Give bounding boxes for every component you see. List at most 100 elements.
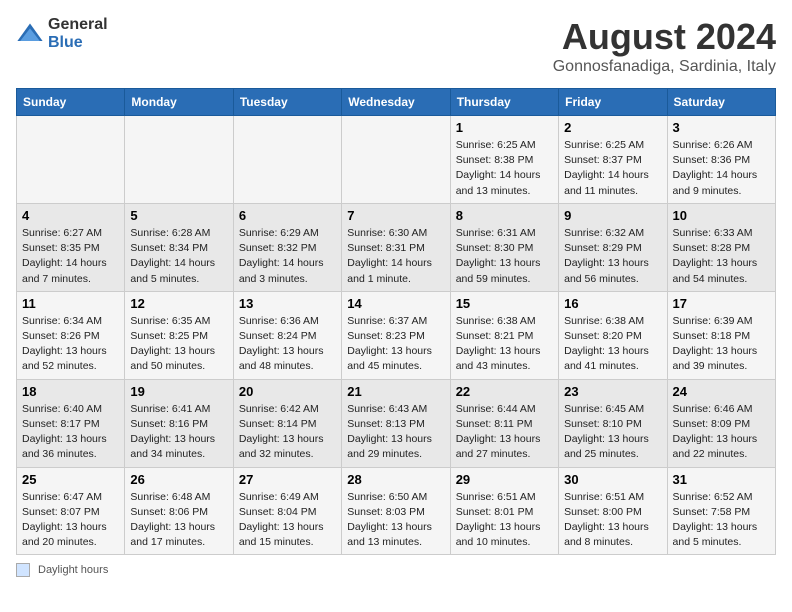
- week-row-0: 1 Sunrise: 6:25 AM Sunset: 8:38 PM Daylig…: [17, 116, 776, 204]
- calendar-cell: 13 Sunrise: 6:36 AM Sunset: 8:24 PM Dayli…: [233, 291, 341, 379]
- calendar-cell: 8 Sunrise: 6:31 AM Sunset: 8:30 PM Daylig…: [450, 203, 558, 291]
- day-info: Sunrise: 6:47 AM Sunset: 8:07 PM Dayligh…: [22, 490, 119, 551]
- day-info: Sunrise: 6:39 AM Sunset: 8:18 PM Dayligh…: [673, 314, 770, 375]
- calendar-cell: 11Sunrise: 6:34 AM Sunset: 8:26 PM Dayli…: [17, 291, 125, 379]
- day-info: Sunrise: 6:51 AM Sunset: 8:00 PM Dayligh…: [564, 490, 661, 551]
- header-cell-monday: Monday: [125, 89, 233, 116]
- calendar-cell: 14Sunrise: 6:37 AM Sunset: 8:23 PM Dayli…: [342, 291, 450, 379]
- day-number: 10: [673, 208, 770, 223]
- main-title: August 2024: [553, 16, 776, 58]
- title-area: August 2024 Gonnosfanadiga, Sardinia, It…: [553, 16, 776, 76]
- day-info: Sunrise: 6:43 AM Sunset: 8:13 PM Dayligh…: [347, 402, 444, 463]
- calendar-cell: [17, 116, 125, 204]
- day-number: 1: [456, 120, 553, 135]
- day-info: Sunrise: 6:50 AM Sunset: 8:03 PM Dayligh…: [347, 490, 444, 551]
- day-number: 8: [456, 208, 553, 223]
- calendar-cell: [125, 116, 233, 204]
- calendar-cell: 28 Sunrise: 6:50 AM Sunset: 8:03 PM Dayli…: [342, 467, 450, 555]
- day-number: 20: [239, 384, 336, 399]
- day-info: Sunrise: 6:26 AM Sunset: 8:36 PM Dayligh…: [673, 138, 770, 199]
- day-info: Sunrise: 6:32 AM Sunset: 8:29 PM Dayligh…: [564, 226, 661, 287]
- calendar-cell: 9 Sunrise: 6:32 AM Sunset: 8:29 PM Daylig…: [559, 203, 667, 291]
- day-info: Sunrise: 6:36 AM Sunset: 8:24 PM Dayligh…: [239, 314, 336, 375]
- day-number: 13: [239, 296, 336, 311]
- day-info: Sunrise: 6:42 AM Sunset: 8:14 PM Dayligh…: [239, 402, 336, 463]
- week-row-3: 18Sunrise: 6:40 AM Sunset: 8:17 PM Dayli…: [17, 379, 776, 467]
- day-number: 25: [22, 472, 119, 487]
- day-info: Sunrise: 6:27 AM Sunset: 8:35 PM Dayligh…: [22, 226, 119, 287]
- day-number: 12: [130, 296, 227, 311]
- day-number: 27: [239, 472, 336, 487]
- day-info: Sunrise: 6:25 AM Sunset: 8:37 PM Dayligh…: [564, 138, 661, 199]
- calendar-cell: 2 Sunrise: 6:25 AM Sunset: 8:37 PM Daylig…: [559, 116, 667, 204]
- header-row: SundayMondayTuesdayWednesdayThursdayFrid…: [17, 89, 776, 116]
- day-info: Sunrise: 6:45 AM Sunset: 8:10 PM Dayligh…: [564, 402, 661, 463]
- calendar-cell: 17 Sunrise: 6:39 AM Sunset: 8:18 PM Dayli…: [667, 291, 775, 379]
- day-number: 5: [130, 208, 227, 223]
- calendar-cell: 12Sunrise: 6:35 AM Sunset: 8:25 PM Dayli…: [125, 291, 233, 379]
- calendar-cell: 4 Sunrise: 6:27 AM Sunset: 8:35 PM Daylig…: [17, 203, 125, 291]
- calendar-cell: 18Sunrise: 6:40 AM Sunset: 8:17 PM Dayli…: [17, 379, 125, 467]
- day-info: Sunrise: 6:37 AM Sunset: 8:23 PM Dayligh…: [347, 314, 444, 375]
- day-number: 9: [564, 208, 661, 223]
- calendar-cell: 25 Sunrise: 6:47 AM Sunset: 8:07 PM Dayli…: [17, 467, 125, 555]
- header: General Blue August 2024 Gonnosfanadiga,…: [16, 16, 776, 76]
- week-row-4: 25 Sunrise: 6:47 AM Sunset: 8:07 PM Dayli…: [17, 467, 776, 555]
- day-info: Sunrise: 6:38 AM Sunset: 8:20 PM Dayligh…: [564, 314, 661, 375]
- calendar-cell: 7Sunrise: 6:30 AM Sunset: 8:31 PM Daylig…: [342, 203, 450, 291]
- logo-blue: Blue: [48, 34, 83, 51]
- day-number: 29: [456, 472, 553, 487]
- day-info: Sunrise: 6:25 AM Sunset: 8:38 PM Dayligh…: [456, 138, 553, 199]
- legend: Daylight hours: [16, 563, 776, 577]
- calendar-cell: 6Sunrise: 6:29 AM Sunset: 8:32 PM Daylig…: [233, 203, 341, 291]
- calendar-cell: 31Sunrise: 6:52 AM Sunset: 7:58 PM Dayli…: [667, 467, 775, 555]
- calendar-cell: [233, 116, 341, 204]
- day-number: 16: [564, 296, 661, 311]
- calendar-cell: 27 Sunrise: 6:49 AM Sunset: 8:04 PM Dayli…: [233, 467, 341, 555]
- calendar-cell: 30 Sunrise: 6:51 AM Sunset: 8:00 PM Dayli…: [559, 467, 667, 555]
- day-number: 30: [564, 472, 661, 487]
- day-number: 23: [564, 384, 661, 399]
- day-info: Sunrise: 6:28 AM Sunset: 8:34 PM Dayligh…: [130, 226, 227, 287]
- day-number: 26: [130, 472, 227, 487]
- calendar-cell: 20 Sunrise: 6:42 AM Sunset: 8:14 PM Dayli…: [233, 379, 341, 467]
- day-number: 31: [673, 472, 770, 487]
- day-number: 4: [22, 208, 119, 223]
- day-info: Sunrise: 6:51 AM Sunset: 8:01 PM Dayligh…: [456, 490, 553, 551]
- day-info: Sunrise: 6:34 AM Sunset: 8:26 PM Dayligh…: [22, 314, 119, 375]
- calendar-cell: 22 Sunrise: 6:44 AM Sunset: 8:11 PM Dayli…: [450, 379, 558, 467]
- day-number: 22: [456, 384, 553, 399]
- day-info: Sunrise: 6:44 AM Sunset: 8:11 PM Dayligh…: [456, 402, 553, 463]
- day-info: Sunrise: 6:41 AM Sunset: 8:16 PM Dayligh…: [130, 402, 227, 463]
- calendar-cell: 19Sunrise: 6:41 AM Sunset: 8:16 PM Dayli…: [125, 379, 233, 467]
- day-number: 2: [564, 120, 661, 135]
- logo-general: General: [48, 16, 108, 33]
- day-number: 17: [673, 296, 770, 311]
- calendar-cell: 21 Sunrise: 6:43 AM Sunset: 8:13 PM Dayli…: [342, 379, 450, 467]
- week-row-2: 11Sunrise: 6:34 AM Sunset: 8:26 PM Dayli…: [17, 291, 776, 379]
- day-number: 21: [347, 384, 444, 399]
- legend-label: Daylight hours: [38, 564, 108, 576]
- calendar-cell: [342, 116, 450, 204]
- legend-box: [16, 563, 30, 577]
- calendar-cell: 23 Sunrise: 6:45 AM Sunset: 8:10 PM Dayli…: [559, 379, 667, 467]
- day-info: Sunrise: 6:49 AM Sunset: 8:04 PM Dayligh…: [239, 490, 336, 551]
- logo: General Blue: [16, 16, 108, 52]
- day-number: 24: [673, 384, 770, 399]
- day-info: Sunrise: 6:29 AM Sunset: 8:32 PM Dayligh…: [239, 226, 336, 287]
- header-cell-saturday: Saturday: [667, 89, 775, 116]
- day-number: 18: [22, 384, 119, 399]
- header-cell-thursday: Thursday: [450, 89, 558, 116]
- logo-text: General Blue: [48, 16, 108, 52]
- day-info: Sunrise: 6:31 AM Sunset: 8:30 PM Dayligh…: [456, 226, 553, 287]
- day-info: Sunrise: 6:48 AM Sunset: 8:06 PM Dayligh…: [130, 490, 227, 551]
- calendar-cell: 24Sunrise: 6:46 AM Sunset: 8:09 PM Dayli…: [667, 379, 775, 467]
- day-number: 28: [347, 472, 444, 487]
- calendar-cell: 16 Sunrise: 6:38 AM Sunset: 8:20 PM Dayli…: [559, 291, 667, 379]
- day-number: 3: [673, 120, 770, 135]
- header-cell-wednesday: Wednesday: [342, 89, 450, 116]
- day-info: Sunrise: 6:33 AM Sunset: 8:28 PM Dayligh…: [673, 226, 770, 287]
- day-info: Sunrise: 6:38 AM Sunset: 8:21 PM Dayligh…: [456, 314, 553, 375]
- calendar-table: SundayMondayTuesdayWednesdayThursdayFrid…: [16, 88, 776, 555]
- day-info: Sunrise: 6:30 AM Sunset: 8:31 PM Dayligh…: [347, 226, 444, 287]
